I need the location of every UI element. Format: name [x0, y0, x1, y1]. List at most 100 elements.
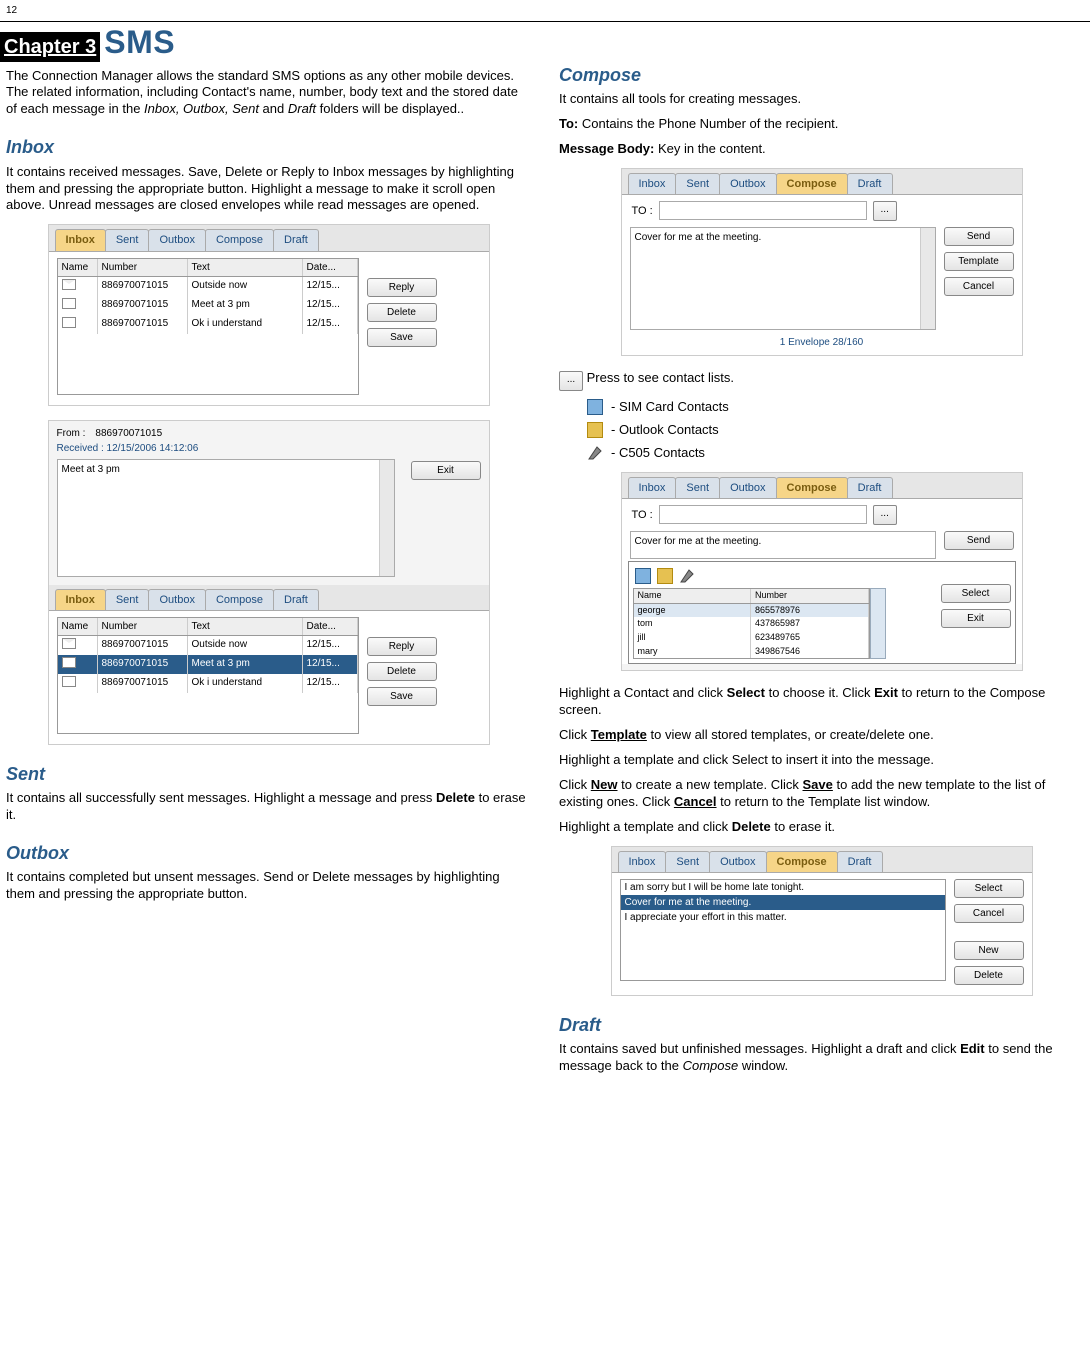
template-list: I am sorry but I will be home late tonig… [620, 879, 946, 981]
contacts-browse-button[interactable]: ... [873, 505, 897, 525]
table-row[interactable]: tom437865987 [634, 617, 869, 631]
sim-card-icon[interactable] [635, 568, 651, 584]
select-button[interactable]: Select [954, 879, 1024, 898]
press-contacts-line: ... Press to see contact lists. [559, 370, 1084, 391]
table-row[interactable]: 886970071015 Ok i understand 12/15... [58, 315, 358, 334]
contacts-browse-button[interactable]: ... [873, 201, 897, 221]
tab-inbox[interactable]: Inbox [55, 229, 106, 250]
message-body-input[interactable]: Cover for me at the meeting. [630, 227, 936, 330]
tab-inbox[interactable]: Inbox [628, 477, 677, 498]
compose-screenshot-3: Inbox Sent Outbox Compose Draft I am sor… [559, 846, 1084, 996]
template-click-text: Click Template to view all stored templa… [559, 727, 1084, 744]
save-button[interactable]: Save [367, 328, 437, 347]
tab-outbox[interactable]: Outbox [719, 477, 776, 498]
exit-button[interactable]: Exit [411, 461, 481, 480]
exit-button[interactable]: Exit [941, 609, 1011, 628]
to-input[interactable] [659, 201, 867, 220]
col-number: Number [98, 259, 188, 276]
left-column: The Connection Manager allows the standa… [6, 64, 531, 1083]
delete-button[interactable]: Delete [954, 966, 1024, 985]
to-input[interactable] [659, 505, 867, 524]
compose-screenshot-1: Inbox Sent Outbox Compose Draft TO : ...… [559, 168, 1084, 356]
sim-card-icon [587, 399, 603, 415]
scrollbar[interactable] [379, 460, 394, 576]
tab-draft[interactable]: Draft [273, 589, 319, 610]
send-button[interactable]: Send [944, 531, 1014, 550]
tab-outbox[interactable]: Outbox [709, 851, 766, 872]
to-label: TO : [632, 204, 653, 218]
table-row[interactable]: 886970071015 Meet at 3 pm 12/15... [58, 655, 358, 674]
tab-compose[interactable]: Compose [205, 229, 274, 250]
contacts-browse-button-inline: ... [559, 371, 583, 391]
tab-outbox[interactable]: Outbox [148, 589, 205, 610]
inbox-screenshot-1: Inbox Sent Outbox Compose Draft Name Num… [6, 224, 531, 405]
inbox-heading: Inbox [6, 136, 531, 159]
chapter-title: SMS [104, 22, 175, 64]
list-item[interactable]: I appreciate your effort in this matter. [621, 910, 945, 925]
delete-button[interactable]: Delete [367, 662, 437, 681]
table-row[interactable]: 886970071015 Ok i understand 12/15... [58, 674, 358, 693]
tab-draft[interactable]: Draft [273, 229, 319, 250]
from-label: From : [57, 427, 86, 440]
template-button[interactable]: Template [944, 252, 1014, 271]
tab-inbox[interactable]: Inbox [618, 851, 667, 872]
tab-inbox[interactable]: Inbox [628, 173, 677, 194]
compose-body-line: Message Body: Key in the content. [559, 141, 1084, 158]
reply-button[interactable]: Reply [367, 278, 437, 297]
scrollbar[interactable] [870, 588, 886, 659]
tab-outbox[interactable]: Outbox [148, 229, 205, 250]
envelope-closed-icon [62, 279, 76, 290]
send-button[interactable]: Send [944, 227, 1014, 246]
tab-compose[interactable]: Compose [776, 477, 848, 498]
c505-contacts-label: - C505 Contacts [611, 445, 705, 462]
compose-to-line: To: Contains the Phone Number of the rec… [559, 116, 1084, 133]
delete-button[interactable]: Delete [367, 303, 437, 322]
table-row[interactable]: 886970071015 Outside now 12/15... [58, 636, 358, 655]
right-column: Compose It contains all tools for creati… [559, 64, 1084, 1083]
new-button[interactable]: New [954, 941, 1024, 960]
tab-compose[interactable]: Compose [766, 851, 838, 872]
table-row[interactable]: 886970071015 Outside now 12/15... [58, 277, 358, 296]
tab-sent[interactable]: Sent [105, 589, 150, 610]
table-row[interactable]: mary349867546 [634, 645, 869, 659]
message-preview-box: Meet at 3 pm [57, 459, 395, 577]
inbox-screenshot-2: From : 886970071015 Received : 12/15/200… [6, 420, 531, 745]
table-row[interactable]: george865578976 [634, 604, 869, 618]
envelope-open-icon [62, 657, 76, 668]
scrollbar[interactable] [920, 228, 935, 329]
table-row[interactable]: 886970071015 Meet at 3 pm 12/15... [58, 296, 358, 315]
envelope-open-icon [62, 317, 76, 328]
tab-draft[interactable]: Draft [847, 477, 893, 498]
cancel-button[interactable]: Cancel [944, 277, 1014, 296]
sim-contacts-label: - SIM Card Contacts [611, 399, 729, 416]
list-item[interactable]: I am sorry but I will be home late tonig… [621, 880, 945, 895]
reply-button[interactable]: Reply [367, 637, 437, 656]
save-button[interactable]: Save [367, 687, 437, 706]
tab-sent[interactable]: Sent [665, 851, 710, 872]
contacts-table: Name Number george865578976 tom437865987… [633, 588, 870, 659]
outlook-icon[interactable] [657, 568, 673, 584]
tab-sent[interactable]: Sent [675, 173, 720, 194]
outlook-icon [587, 422, 603, 438]
received-label: Received : 12/15/2006 14:12:06 [57, 442, 199, 455]
tab-outbox[interactable]: Outbox [719, 173, 776, 194]
tab-sent[interactable]: Sent [675, 477, 720, 498]
tab-inbox[interactable]: Inbox [55, 589, 106, 610]
c505-icon[interactable] [679, 568, 695, 584]
tab-compose[interactable]: Compose [776, 173, 848, 194]
tab-compose[interactable]: Compose [205, 589, 274, 610]
col-text: Text [188, 259, 303, 276]
tab-draft[interactable]: Draft [837, 851, 883, 872]
cancel-button[interactable]: Cancel [954, 904, 1024, 923]
message-body-input[interactable]: Cover for me at the meeting. [630, 531, 936, 559]
compose-line1: It contains all tools for creating messa… [559, 91, 1084, 108]
select-exit-text: Highlight a Contact and click Select to … [559, 685, 1084, 719]
tab-sent[interactable]: Sent [105, 229, 150, 250]
page-number: 12 [0, 0, 1090, 21]
envelope-open-icon [62, 676, 76, 687]
tab-draft[interactable]: Draft [847, 173, 893, 194]
table-row[interactable]: jill623489765 [634, 631, 869, 645]
select-button[interactable]: Select [941, 584, 1011, 603]
list-item[interactable]: Cover for me at the meeting. [621, 895, 945, 910]
outlook-contacts-label: - Outlook Contacts [611, 422, 719, 439]
